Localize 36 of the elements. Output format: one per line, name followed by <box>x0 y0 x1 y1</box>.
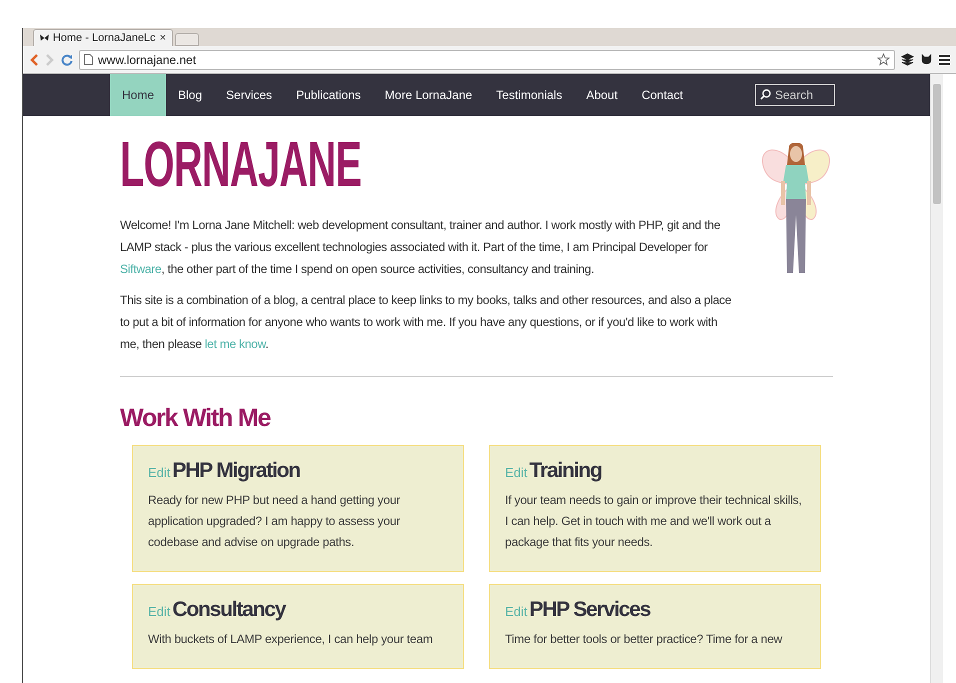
card-title: Consultancy <box>172 597 286 623</box>
scrollbar[interactable] <box>930 74 943 683</box>
card-text: If your team needs to gain or improve their technical skills, I can help. Get in touch with me and we'll work out a package that fits your needs. <box>505 492 803 551</box>
nav-link[interactable]: About <box>574 74 630 116</box>
layers-icon[interactable] <box>901 53 914 66</box>
section-heading: Work With Me <box>120 403 272 433</box>
browser-tab[interactable]: Home - LornaJaneLc × <box>33 29 173 46</box>
address-bar[interactable]: www.lornajane.net <box>79 50 895 70</box>
search-field[interactable]: Search <box>755 84 835 106</box>
reload-icon[interactable] <box>61 54 73 66</box>
nav-link[interactable]: Testimonials <box>484 74 574 116</box>
card-title: PHP Migration <box>172 458 300 484</box>
nav-link[interactable]: Blog <box>166 74 214 116</box>
search-icon <box>760 89 771 100</box>
card-title: Training <box>529 458 602 484</box>
menu-icon[interactable] <box>939 54 950 64</box>
card-title: PHP Services <box>529 597 650 623</box>
page-icon <box>84 54 93 65</box>
card-text: Time for better tools or better practice? Time for a new <box>505 631 784 648</box>
nav-link[interactable]: Services <box>214 74 284 116</box>
nav-link[interactable]: More LornaJane <box>372 74 484 116</box>
card-text: With buckets of LAMP experience, I can help your team <box>148 631 434 648</box>
tab-close-icon[interactable]: × <box>160 30 166 46</box>
url-text: www.lornajane.net <box>98 52 198 68</box>
intro-paragraph: Welcome! I'm Lorna Jane Mitchell: web development consultant, trainer and author. I work mostly with PHP, git and the LAMP stack - plus the various excellent technologies associated with it. Part of the time, I am Principal Developer for Siftware, the other part of the time I spend on open source activities, consultancy and training. <box>120 217 722 278</box>
scrollbar-thumb[interactable] <box>933 84 941 204</box>
nav-link[interactable]: Contact <box>630 74 695 116</box>
intro-paragraph: This site is a combination of a blog, a central place to keep links to my books, talks and other resources, and also a place to put a bit of information for anyone who wants to work with me. If you have any questions, or if you'd like to work with me, then please let me know. <box>120 292 732 353</box>
nav-link[interactable]: Home <box>110 74 166 116</box>
cat-icon[interactable] <box>920 53 933 66</box>
nav-link[interactable]: Publications <box>284 74 373 116</box>
new-tab-button[interactable] <box>175 33 199 46</box>
site-title: LORNAJANE <box>120 134 362 194</box>
tab-title: Home - LornaJaneLc <box>52 30 156 46</box>
star-icon[interactable] <box>877 53 890 66</box>
card-text: Ready for new PHP but need a hand getting your application upgraded? I am happy to assess your codebase and advise on upgrade paths. <box>148 492 402 551</box>
